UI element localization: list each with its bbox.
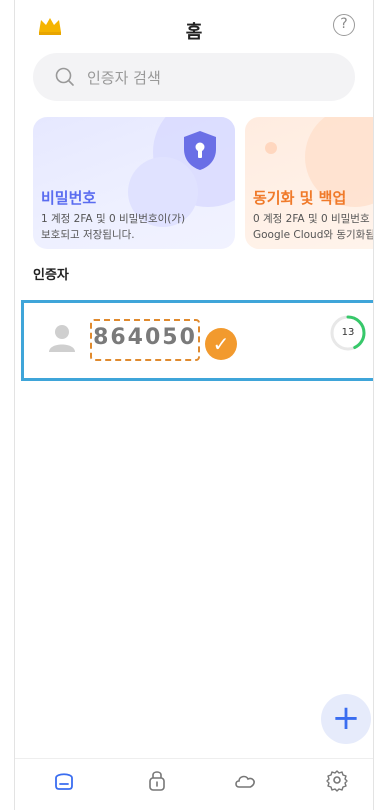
help-icon[interactable]: ? — [333, 14, 355, 36]
password-card[interactable]: 비밀번호 1 계정 2FA 및 0 비밀번호이(가) 보호되고 저장됩니다. — [33, 117, 235, 249]
sync-card-line2: Google Cloud와 동기화됩 — [253, 229, 374, 241]
password-card-line2: 보호되고 저장됩니다. — [41, 229, 135, 241]
bottom-tab-bar — [15, 758, 373, 810]
search-icon — [55, 67, 74, 86]
authenticator-item[interactable]: 864050 ✓ 13 — [21, 300, 373, 381]
sync-card[interactable]: 동기화 및 백업 0 계정 2FA 및 0 비밀번호 Google Cloud와… — [245, 117, 374, 249]
app-frame: 홈 ? 인증자 검색 비밀번호 1 계정 2FA 및 0 비밀번호이(가) 보호… — [14, 0, 374, 810]
cloud-icon[interactable] — [230, 765, 260, 795]
password-card-line1: 1 계정 2FA 및 0 비밀번호이(가) — [41, 213, 186, 225]
shield-keyhole-icon — [184, 131, 216, 170]
countdown-seconds: 13 — [341, 327, 355, 338]
search-input[interactable]: 인증자 검색 — [87, 67, 161, 88]
sync-card-line1: 0 계정 2FA 및 0 비밀번호 — [253, 213, 370, 225]
sync-card-title: 동기화 및 백업 — [253, 189, 347, 207]
section-title-authenticators: 인증자 — [33, 268, 69, 283]
check-icon: ✓ — [205, 328, 237, 360]
avatar-icon — [49, 325, 75, 352]
page-title: 홈 — [185, 22, 203, 43]
search-bar[interactable]: 인증자 검색 — [33, 53, 355, 101]
lock-icon[interactable] — [142, 765, 172, 795]
password-card-title: 비밀번호 — [41, 189, 97, 207]
home-icon[interactable] — [49, 765, 79, 795]
header: 홈 ? — [15, 0, 373, 60]
feature-cards: 비밀번호 1 계정 2FA 및 0 비밀번호이(가) 보호되고 저장됩니다. 동… — [33, 117, 374, 249]
otp-code[interactable]: 864050 — [92, 325, 198, 350]
sync-card-description: 0 계정 2FA 및 0 비밀번호 Google Cloud와 동기화됩 — [253, 211, 374, 243]
otp-code-highlight: 864050 — [90, 319, 200, 361]
gear-icon[interactable] — [322, 765, 352, 795]
add-authenticator-button[interactable]: + — [321, 694, 371, 744]
password-card-description: 1 계정 2FA 및 0 비밀번호이(가) 보호되고 저장됩니다. — [41, 211, 185, 243]
